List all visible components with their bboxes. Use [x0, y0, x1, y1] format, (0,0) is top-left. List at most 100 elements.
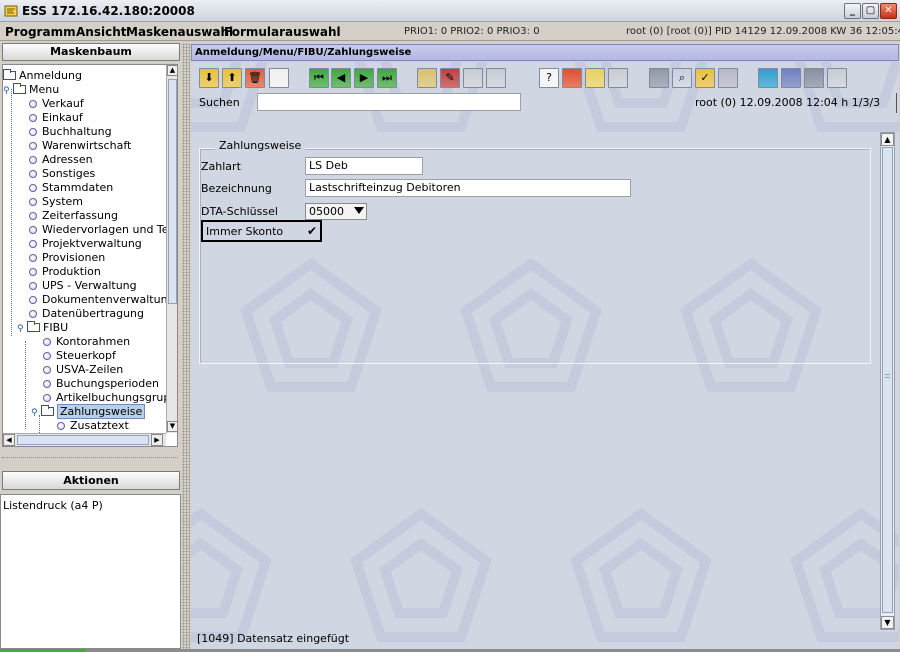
tree-item-zusatztext[interactable]: Zusatztext — [57, 419, 129, 433]
fieldset-legend: Zahlungsweise — [215, 139, 306, 152]
copy-disabled-icon[interactable] — [463, 68, 483, 88]
form-content: ⬇ ⬆ 🗑 ⏮ ◀ ▶ ⏭ ✎? ⌕ ✓ Suchen root (0) 12.09.2008 1… — [191, 62, 899, 650]
scroll-thumb[interactable] — [17, 435, 149, 445]
tree-item-fibu[interactable]: ⚲ FIBU — [17, 321, 68, 335]
bezeichnung-field[interactable]: Lastschrifteinzug Debitoren — [305, 179, 631, 197]
expand-toggle-icon[interactable]: ⚲ — [3, 84, 11, 98]
export-icon[interactable]: ⬆ — [222, 68, 242, 88]
tree-item-artikelbuchungsgrupp[interactable]: Artikelbuchungsgrupp — [43, 391, 177, 405]
first-record-icon[interactable]: ⏮ — [309, 68, 329, 88]
tree-item-label: Produktion — [42, 265, 101, 278]
print-icon[interactable] — [649, 68, 669, 88]
scroll-down-icon[interactable]: ▼ — [167, 421, 177, 432]
edit-icon[interactable]: ✎ — [440, 68, 460, 88]
search-input[interactable] — [257, 93, 521, 111]
minimize-button[interactable]: _ — [844, 3, 861, 19]
expand-toggle-icon[interactable]: ⚲ — [31, 406, 39, 420]
main-vertical-scrollbar[interactable]: ▲ ▼ — [880, 132, 895, 630]
delete-icon[interactable]: 🗑 — [245, 68, 265, 88]
tree-item-zeiterfassung[interactable]: Zeiterfassung — [29, 209, 118, 223]
tree-item-zahlungsweise[interactable]: ⚲ Zahlungsweise — [31, 404, 146, 420]
tree-item-sonstiges[interactable]: Sonstiges — [29, 167, 95, 181]
chevron-down-icon — [354, 207, 364, 214]
list-icon[interactable] — [804, 68, 824, 88]
scroll-up-icon[interactable]: ▲ — [881, 133, 894, 146]
tree-item-stammdaten[interactable]: Stammdaten — [29, 181, 113, 195]
scroll-up-icon[interactable]: ▲ — [167, 65, 177, 76]
menu-formularauswahl[interactable]: Formularauswahl — [224, 25, 341, 39]
tree-item-datenübertragung[interactable]: Datenübertragung — [29, 307, 144, 321]
tree-connector — [11, 89, 12, 336]
tree-item-produktion[interactable]: Produktion — [29, 265, 101, 279]
menu-ansicht[interactable]: Ansicht — [76, 25, 126, 39]
action-listendruck[interactable]: Listendruck (a4 P) — [3, 499, 103, 512]
zahlart-field[interactable]: LS Deb — [305, 157, 423, 175]
mask-node-icon — [29, 114, 37, 122]
scroll-left-icon[interactable]: ◀ — [3, 434, 15, 446]
tree-item-system[interactable]: System — [29, 195, 83, 209]
spreadsheet-icon[interactable] — [758, 68, 778, 88]
tree-item-buchhaltung[interactable]: Buchhaltung — [29, 125, 112, 139]
menu-maskenauswahl[interactable]: Maskenauswahl — [126, 25, 233, 39]
menu-bar: Programm Ansicht Maskenauswahl Formulara… — [0, 22, 900, 41]
mask-node-icon — [29, 170, 37, 178]
menu-programm[interactable]: Programm — [5, 25, 76, 39]
home-icon[interactable] — [562, 68, 582, 88]
field-edit-icon[interactable] — [417, 68, 437, 88]
calc-icon[interactable] — [781, 68, 801, 88]
tree-item-einkauf[interactable]: Einkauf — [29, 111, 83, 125]
maximize-button[interactable]: ▢ — [862, 3, 879, 19]
scroll-right-icon[interactable]: ▶ — [151, 434, 163, 446]
search-label: Suchen — [199, 96, 240, 109]
report-icon[interactable] — [718, 68, 738, 88]
app-icon — [4, 5, 18, 17]
expand-toggle-icon[interactable]: ⚲ — [17, 322, 25, 336]
tree-item-usva-zeilen[interactable]: USVA-Zeilen — [43, 363, 123, 377]
tree-item-adressen[interactable]: Adressen — [29, 153, 93, 167]
tree-item-label: Zusatztext — [70, 419, 129, 432]
tree-item-kontorahmen[interactable]: Kontorahmen — [43, 335, 130, 349]
paste-disabled-icon[interactable] — [486, 68, 506, 88]
previous-record-icon[interactable]: ◀ — [331, 68, 351, 88]
tree-item-ups-verwaltung[interactable]: UPS - Verwaltung — [29, 279, 137, 293]
clear-icon[interactable] — [269, 68, 289, 88]
maskenbaum-header: Maskenbaum — [2, 43, 180, 61]
priority-status: PRIO1: 0 PRIO2: 0 PRIO3: 0 — [404, 26, 540, 37]
next-record-icon[interactable]: ▶ — [354, 68, 374, 88]
tree-item-label: Datenübertragung — [42, 307, 144, 320]
tree-item-steuerkopf[interactable]: Steuerkopf — [43, 349, 116, 363]
tree-item-provisionen[interactable]: Provisionen — [29, 251, 105, 265]
mask-node-icon — [29, 282, 37, 290]
scroll-thumb[interactable] — [882, 147, 893, 613]
immer-skonto-checkbox[interactable]: Immer Skonto ✔ — [201, 220, 322, 242]
tree-item-anmeldung[interactable]: Anmeldung — [3, 69, 82, 83]
tree-item-buchungsperioden[interactable]: Buchungsperioden — [43, 377, 159, 391]
vertical-splitter[interactable] — [182, 43, 190, 649]
search-icon[interactable]: ⌕ — [672, 68, 692, 88]
close-button[interactable]: ✕ — [880, 3, 897, 19]
mask-node-icon — [43, 380, 51, 388]
send-icon[interactable] — [585, 68, 605, 88]
mask-node-icon — [29, 128, 37, 136]
tree-item-warenwirtschaft[interactable]: Warenwirtschaft — [29, 139, 131, 153]
tree-item-wiedervorlagen-und-ter[interactable]: Wiedervorlagen und Ter — [29, 223, 173, 237]
last-record-icon[interactable]: ⏭ — [377, 68, 397, 88]
tree-vertical-scrollbar[interactable]: ▲ ▼ — [166, 65, 177, 433]
folder-icon — [13, 83, 26, 94]
import-icon[interactable]: ⬇ — [199, 68, 219, 88]
tree-item-verkauf[interactable]: Verkauf — [29, 97, 84, 111]
panel-splitter[interactable] — [2, 449, 178, 469]
scroll-thumb[interactable] — [168, 79, 177, 304]
list-disabled-icon[interactable] — [827, 68, 847, 88]
help-icon[interactable]: ? — [539, 68, 559, 88]
form-disabled-icon[interactable] — [608, 68, 628, 88]
check-icon[interactable]: ✓ — [695, 68, 715, 88]
dta-select[interactable]: 05000 — [305, 203, 367, 220]
scroll-down-icon[interactable]: ▼ — [881, 616, 894, 629]
tree-item-projektverwaltung[interactable]: Projektverwaltung — [29, 237, 142, 251]
tree-item-label: Dokumentenverwaltung — [42, 293, 175, 306]
tree-item-label: Adressen — [42, 153, 93, 166]
tree-item-dokumentenverwaltung[interactable]: Dokumentenverwaltung — [29, 293, 175, 307]
session-status: root (0) [root (0)] PID 14129 12.09.2008… — [626, 26, 900, 37]
tree-horizontal-scrollbar[interactable]: ◀ ▶ — [3, 433, 166, 446]
